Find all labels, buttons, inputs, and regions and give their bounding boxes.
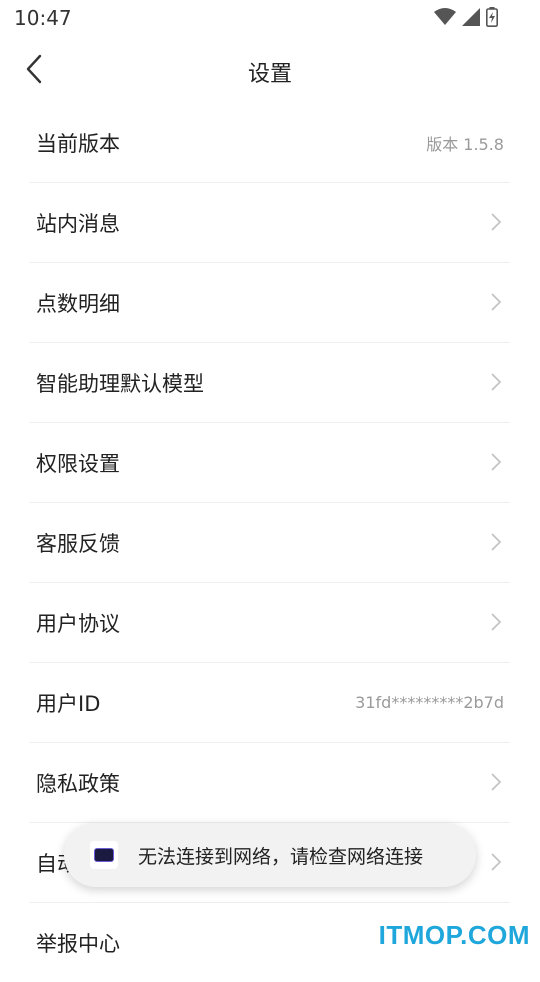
settings-item-version: 当前版本 版本 1.5.8: [30, 103, 510, 183]
settings-item-default-model[interactable]: 智能助理默认模型: [30, 343, 510, 423]
status-icons: [434, 7, 498, 27]
chevron-right-icon: [491, 373, 502, 391]
settings-item-privacy-policy[interactable]: 隐私政策: [30, 743, 510, 823]
settings-item-messages[interactable]: 站内消息: [30, 183, 510, 263]
row-label: 举报中心: [36, 931, 120, 956]
row-label: 当前版本: [36, 131, 120, 156]
watermark: ITMOP.COM: [378, 920, 530, 950]
row-label: 站内消息: [36, 211, 120, 236]
battery-charging-icon: [486, 7, 498, 27]
page-title: 设置: [247, 62, 292, 87]
row-label: 用户ID: [36, 691, 101, 716]
chevron-right-icon: [491, 773, 502, 791]
chevron-right-icon: [491, 213, 502, 231]
chevron-right-icon: [491, 533, 502, 551]
nav-bar: 设置: [0, 36, 540, 104]
settings-item-user-agreement[interactable]: 用户协议: [30, 583, 510, 663]
toast-message: 无法连接到网络，请检查网络连接: [138, 845, 424, 868]
chevron-right-icon: [491, 853, 502, 871]
signal-icon: [462, 8, 480, 26]
row-label: 客服反馈: [36, 531, 120, 556]
settings-item-user-id: 用户ID 31fd*********2b7d: [30, 663, 510, 743]
wifi-icon: [434, 8, 456, 25]
row-label: 隐私政策: [36, 771, 120, 796]
chevron-right-icon: [491, 293, 502, 311]
chevron-right-icon: [491, 453, 502, 471]
row-label: 点数明细: [36, 291, 120, 316]
user-id-value: 31fd*********2b7d: [355, 693, 504, 712]
row-label: 智能助理默认模型: [36, 371, 204, 396]
settings-item-points[interactable]: 点数明细: [30, 263, 510, 343]
settings-item-feedback[interactable]: 客服反馈: [30, 503, 510, 583]
settings-item-permissions[interactable]: 权限设置: [30, 423, 510, 503]
chevron-right-icon: [491, 613, 502, 631]
version-value: 版本 1.5.8: [426, 134, 504, 154]
status-bar: 10:47: [0, 0, 540, 36]
row-label: 权限设置: [36, 451, 120, 476]
status-time: 10:47: [14, 6, 72, 30]
row-label: 用户协议: [36, 611, 120, 636]
network-error-toast: 无法连接到网络，请检查网络连接: [64, 823, 476, 887]
app-icon: [90, 841, 118, 869]
